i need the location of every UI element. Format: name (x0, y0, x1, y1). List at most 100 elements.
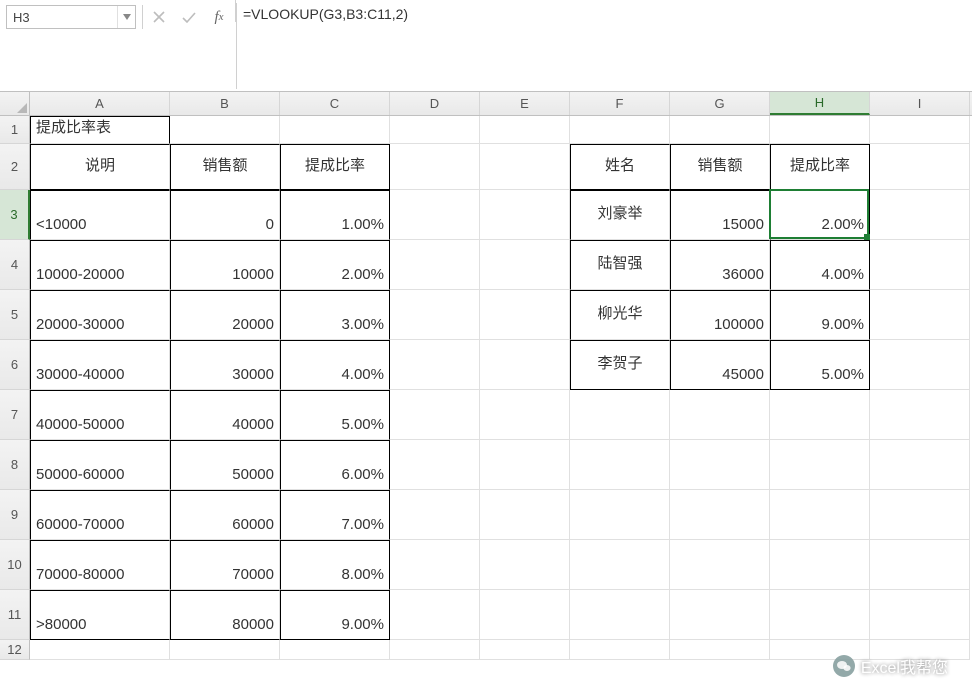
column-header[interactable]: G (670, 92, 770, 115)
empty-cell[interactable] (870, 390, 970, 440)
empty-cell[interactable] (770, 490, 870, 540)
empty-cell[interactable] (390, 340, 480, 390)
cell-rate[interactable]: 6.00% (280, 440, 390, 490)
empty-cell[interactable] (870, 116, 970, 144)
empty-cell[interactable] (870, 240, 970, 290)
cell-desc[interactable]: 60000-70000 (30, 490, 170, 540)
empty-cell[interactable] (480, 190, 570, 240)
empty-cell[interactable] (170, 116, 280, 144)
empty-cell[interactable] (480, 590, 570, 640)
empty-cell[interactable] (770, 640, 870, 660)
cell-sales[interactable]: 36000 (670, 240, 770, 290)
cell-rate[interactable]: 8.00% (280, 540, 390, 590)
cell-rate[interactable]: 9.00% (770, 290, 870, 340)
row-header[interactable]: 12 (0, 640, 30, 660)
empty-cell[interactable] (870, 490, 970, 540)
empty-cell[interactable] (770, 440, 870, 490)
empty-cell[interactable] (480, 144, 570, 190)
empty-cell[interactable] (670, 540, 770, 590)
row-header[interactable]: 2 (0, 144, 30, 190)
empty-cell[interactable] (480, 490, 570, 540)
empty-cell[interactable] (870, 144, 970, 190)
cancel-icon[interactable] (151, 9, 167, 25)
cell-rate[interactable]: 1.00% (280, 190, 390, 240)
empty-cell[interactable] (480, 540, 570, 590)
empty-cell[interactable] (570, 590, 670, 640)
table-title[interactable]: 提成比率表 (30, 116, 170, 144)
col-header-a[interactable]: 说明 (30, 144, 170, 190)
empty-cell[interactable] (390, 590, 480, 640)
cell-desc[interactable]: 50000-60000 (30, 440, 170, 490)
cell-desc[interactable]: 40000-50000 (30, 390, 170, 440)
fx-icon[interactable]: fx (211, 9, 227, 25)
row-header[interactable]: 4 (0, 240, 30, 290)
empty-cell[interactable] (480, 240, 570, 290)
cell-rate[interactable]: 3.00% (280, 290, 390, 340)
empty-cell[interactable] (670, 490, 770, 540)
empty-cell[interactable] (480, 290, 570, 340)
row-header[interactable]: 10 (0, 540, 30, 590)
cell-rate[interactable]: 5.00% (280, 390, 390, 440)
empty-cell[interactable] (390, 440, 480, 490)
cell-name[interactable]: 柳光华 (570, 290, 670, 340)
col-header-sales[interactable]: 销售额 (670, 144, 770, 190)
col-header-c[interactable]: 提成比率 (280, 144, 390, 190)
empty-cell[interactable] (770, 116, 870, 144)
cell-sales[interactable]: 20000 (170, 290, 280, 340)
empty-cell[interactable] (870, 190, 970, 240)
empty-cell[interactable] (30, 640, 170, 660)
empty-cell[interactable] (770, 590, 870, 640)
empty-cell[interactable] (480, 340, 570, 390)
cell-name[interactable]: 李贺子 (570, 340, 670, 390)
cell-rate[interactable]: 4.00% (770, 240, 870, 290)
cell-name[interactable]: 刘豪举 (570, 190, 670, 240)
empty-cell[interactable] (170, 640, 280, 660)
col-header-b[interactable]: 销售额 (170, 144, 280, 190)
cell-desc[interactable]: >80000 (30, 590, 170, 640)
row-header[interactable]: 7 (0, 390, 30, 440)
cell-sales[interactable]: 80000 (170, 590, 280, 640)
cell-grid[interactable]: 提成比率表说明销售额提成比率<1000001.00%10000-20000100… (30, 116, 972, 660)
empty-cell[interactable] (870, 590, 970, 640)
empty-cell[interactable] (390, 640, 480, 660)
empty-cell[interactable] (390, 390, 480, 440)
cell-sales[interactable]: 100000 (670, 290, 770, 340)
empty-cell[interactable] (480, 440, 570, 490)
empty-cell[interactable] (280, 116, 390, 144)
name-box[interactable]: H3 (6, 5, 136, 29)
empty-cell[interactable] (390, 116, 480, 144)
empty-cell[interactable] (390, 190, 480, 240)
row-header[interactable]: 11 (0, 590, 30, 640)
empty-cell[interactable] (870, 290, 970, 340)
dropdown-icon[interactable] (117, 6, 135, 28)
empty-cell[interactable] (570, 440, 670, 490)
empty-cell[interactable] (570, 490, 670, 540)
row-header[interactable]: 3 (0, 190, 30, 240)
column-header[interactable]: D (390, 92, 480, 115)
col-header-name[interactable]: 姓名 (570, 144, 670, 190)
row-header[interactable]: 8 (0, 440, 30, 490)
empty-cell[interactable] (280, 640, 390, 660)
cell-rate[interactable]: 4.00% (280, 340, 390, 390)
empty-cell[interactable] (390, 240, 480, 290)
empty-cell[interactable] (870, 640, 970, 660)
empty-cell[interactable] (870, 340, 970, 390)
cell-sales[interactable]: 0 (170, 190, 280, 240)
empty-cell[interactable] (770, 540, 870, 590)
cell-rate[interactable]: 7.00% (280, 490, 390, 540)
enter-icon[interactable] (181, 9, 197, 25)
cell-sales[interactable]: 60000 (170, 490, 280, 540)
column-header[interactable]: B (170, 92, 280, 115)
cell-sales[interactable]: 70000 (170, 540, 280, 590)
column-header[interactable]: H (770, 92, 870, 115)
formula-input[interactable]: =VLOOKUP(G3,B3:C11,2) (236, 3, 972, 89)
cell-rate[interactable]: 2.00% (770, 190, 870, 240)
row-header[interactable]: 1 (0, 116, 30, 144)
empty-cell[interactable] (570, 116, 670, 144)
empty-cell[interactable] (480, 116, 570, 144)
select-all-corner[interactable] (0, 92, 30, 115)
empty-cell[interactable] (770, 390, 870, 440)
empty-cell[interactable] (570, 640, 670, 660)
cell-desc[interactable]: 10000-20000 (30, 240, 170, 290)
column-header[interactable]: E (480, 92, 570, 115)
